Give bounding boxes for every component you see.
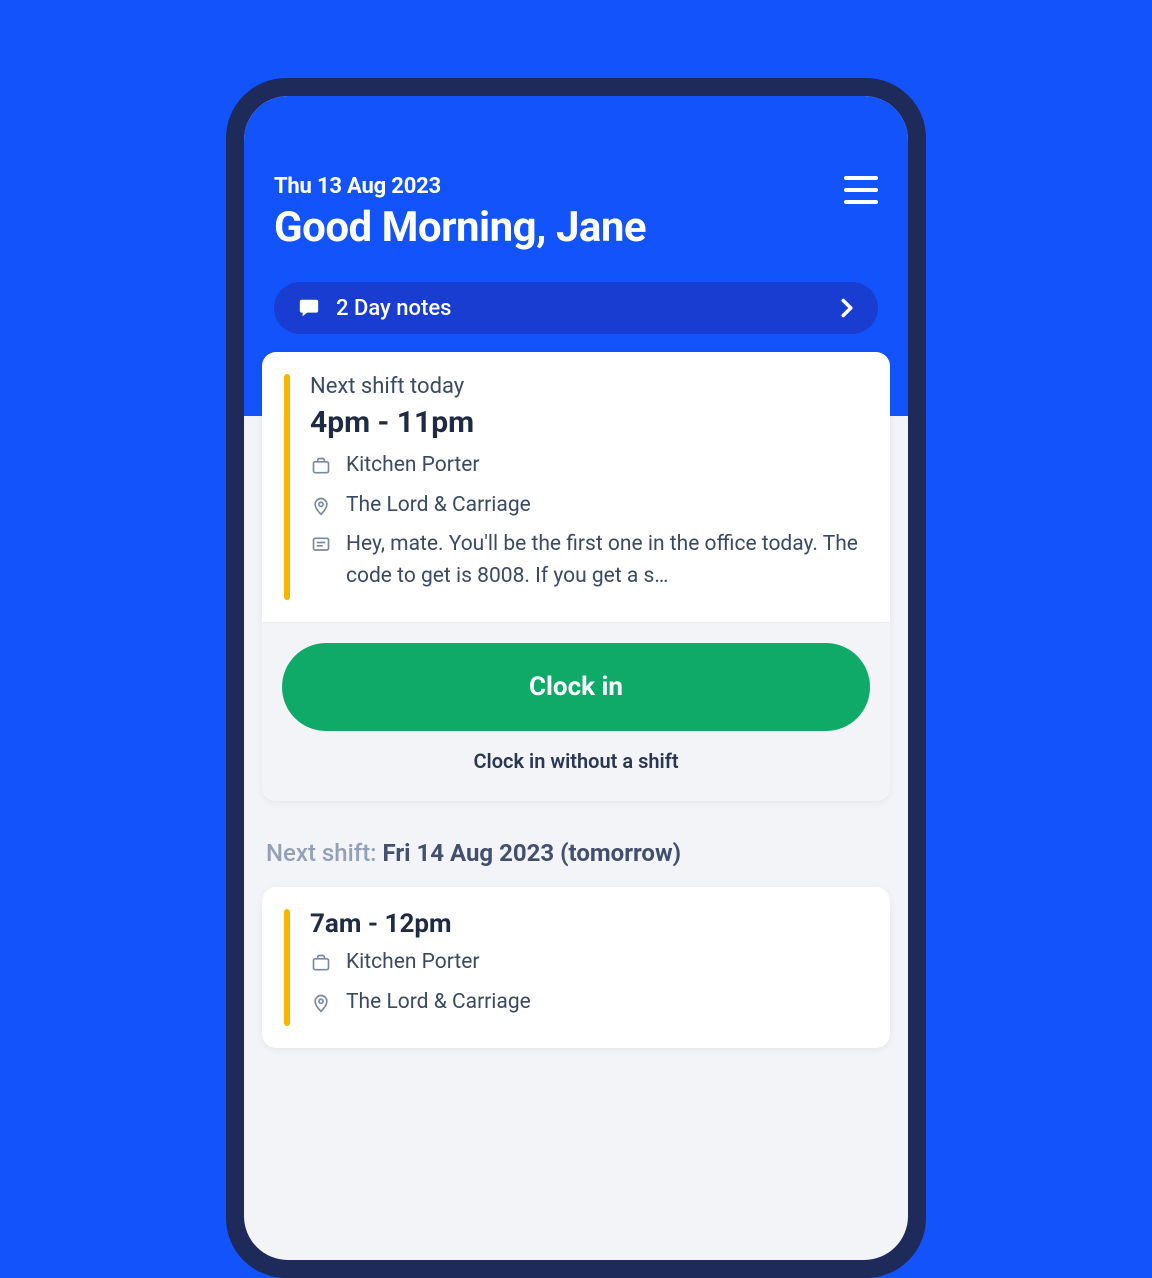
accent-bar [284,909,290,1026]
shift-location: The Lord & Carriage [346,490,868,522]
shift-details: Next shift today 4pm - 11pm Kitchen Port… [262,352,890,622]
header-date: Thu 13 Aug 2023 [274,174,878,199]
today-shift-card: Next shift today 4pm - 11pm Kitchen Port… [262,352,890,801]
accent-bar [284,374,290,600]
content: Next shift today 4pm - 11pm Kitchen Port… [244,352,908,1048]
next-shift-card: 7am - 12pm Kitchen Porter The Lord & Car… [262,887,890,1048]
note-icon [310,532,332,558]
header-greeting: Good Morning, Jane [274,203,878,252]
day-notes-label: 2 Day notes [336,296,840,321]
hamburger-menu-icon[interactable] [844,176,878,204]
phone-frame: Thu 13 Aug 2023 Good Morning, Jane 2 Day… [226,78,926,1278]
day-notes-button[interactable]: 2 Day notes [274,282,878,334]
location-icon [310,990,332,1016]
location-icon [310,493,332,519]
briefcase-icon [310,950,332,976]
actions: Clock in Clock in without a shift [262,622,890,801]
shift-note: Hey, mate. You'll be the first one in th… [346,529,868,592]
clock-in-without-shift-link[interactable]: Clock in without a shift [282,749,870,773]
shift-time: 4pm - 11pm [310,405,868,440]
screen: Thu 13 Aug 2023 Good Morning, Jane 2 Day… [244,96,908,1260]
next-shift-location: The Lord & Carriage [346,987,868,1019]
next-shift-date: Fri 14 Aug 2023 (tomorrow) [382,839,681,867]
chat-icon [298,297,320,319]
next-shift-role: Kitchen Porter [346,947,868,979]
shift-label: Next shift today [310,374,868,399]
next-shift-time: 7am - 12pm [310,909,868,939]
briefcase-icon [310,453,332,479]
clock-in-button[interactable]: Clock in [282,643,870,731]
chevron-right-icon [840,298,854,318]
shift-role: Kitchen Porter [346,450,868,482]
next-shift-prefix: Next shift: [266,839,382,867]
next-shift-header: Next shift: Fri 14 Aug 2023 (tomorrow) [266,839,890,867]
